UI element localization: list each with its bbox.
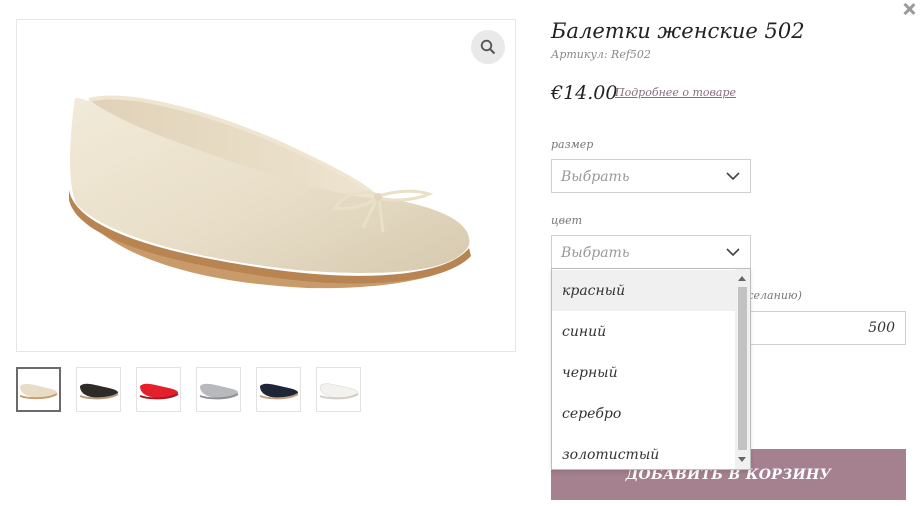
color-label: цвет [551, 214, 583, 227]
product-sku: Артикул: Ref502 [551, 48, 651, 61]
color-option-red[interactable]: красный [552, 270, 735, 311]
size-select-value: Выбрать [561, 169, 630, 185]
color-option-blue[interactable]: синий [552, 311, 735, 352]
color-option-silver[interactable]: серебро [552, 393, 735, 434]
zoom-button[interactable] [471, 30, 505, 64]
color-option-gold[interactable]: золотистый [552, 434, 735, 469]
scrollbar-thumb[interactable] [738, 287, 747, 450]
thumbnail-red[interactable] [136, 367, 181, 412]
dropdown-scrollbar[interactable] [735, 269, 750, 469]
scroll-down-arrow-icon[interactable] [738, 457, 746, 462]
product-title: Балетки женские 502 [551, 19, 805, 43]
thumbnail-navy[interactable] [256, 367, 301, 412]
color-select[interactable]: Выбрать [551, 235, 751, 269]
thumbnail-beige[interactable] [16, 367, 61, 412]
size-select[interactable]: Выбрать [551, 159, 751, 193]
thumbnail-white[interactable] [316, 367, 361, 412]
size-label: размер [551, 138, 594, 151]
thumbnail-silver[interactable] [196, 367, 241, 412]
color-option-black[interactable]: черный [552, 352, 735, 393]
extra-input[interactable]: 500 [741, 311, 906, 345]
thumbnail-strip [16, 367, 361, 412]
color-dropdown-list[interactable]: красный синий черный серебро золотистый [551, 268, 751, 470]
thumbnail-black[interactable] [76, 367, 121, 412]
chevron-down-icon [726, 172, 740, 181]
product-details: Балетки женские 502 Артикул: Ref502 €14.… [551, 0, 911, 506]
color-select-value: Выбрать [561, 245, 630, 261]
product-price: €14.00 [551, 82, 618, 104]
chevron-down-icon [726, 248, 740, 257]
extra-input-value: 500 [868, 320, 895, 336]
shoe-image [69, 95, 471, 289]
product-main-image [16, 19, 516, 352]
scroll-up-arrow-icon[interactable] [738, 276, 746, 281]
product-details-link[interactable]: Подробнее о товаре [615, 86, 736, 99]
magnifier-icon [480, 39, 496, 55]
